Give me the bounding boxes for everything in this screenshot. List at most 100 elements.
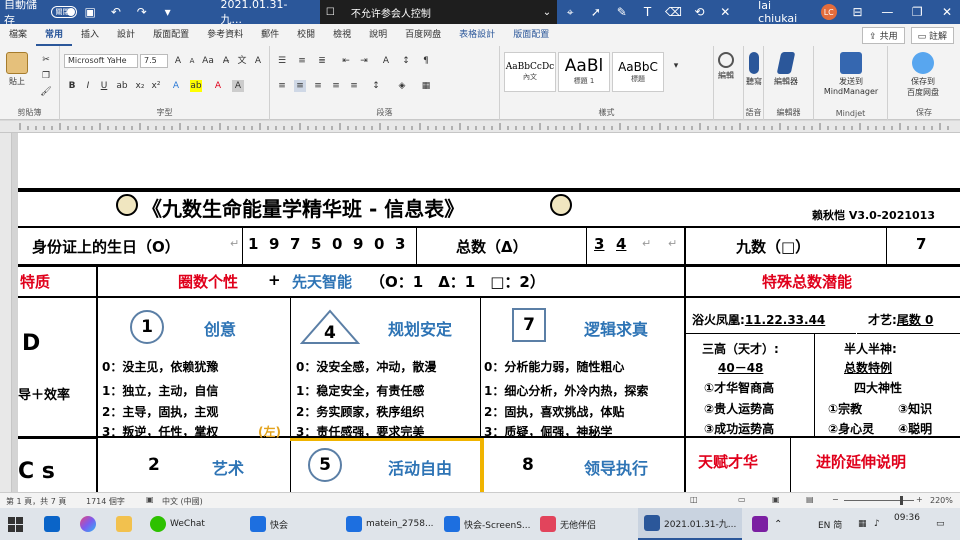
document-page[interactable]: 《九数生命能量学精华班 - 信息表》 赖秋恺 V3.0-2021013 身份证上… — [18, 133, 960, 492]
line-spacing-icon[interactable]: ↕ — [370, 80, 382, 92]
sort-icon[interactable]: ↕ — [400, 55, 412, 67]
network-icon[interactable]: ▦ — [858, 508, 867, 540]
borders-icon[interactable]: ▦ — [420, 80, 432, 92]
italic-icon[interactable]: I — [82, 80, 94, 92]
align-left-icon[interactable]: ≡ — [276, 80, 288, 92]
proofing-icon[interactable]: ▣ — [146, 495, 154, 504]
close-icon[interactable]: ✕ — [940, 5, 954, 19]
zoom-level[interactable]: 220% — [930, 496, 953, 505]
strikethrough-icon[interactable]: ab — [116, 80, 128, 92]
tab-review[interactable]: 校閱 — [288, 24, 324, 46]
distributed-icon[interactable]: ≡ — [348, 80, 360, 92]
style-title[interactable]: AaBbC 標題 — [612, 52, 664, 92]
save-to-baidu-button[interactable]: 保存到 百度网盘 — [898, 52, 948, 98]
chinese-layout-icon[interactable]: A — [380, 55, 392, 67]
tab-mailings[interactable]: 郵件 — [252, 24, 288, 46]
justify-icon[interactable]: ≡ — [330, 80, 342, 92]
tab-help[interactable]: 說明 — [360, 24, 396, 46]
autosave-toggle[interactable]: 關閉 — [51, 6, 78, 18]
horizontal-ruler[interactable] — [0, 121, 960, 133]
web-layout-icon[interactable]: ▤ — [806, 495, 814, 504]
underline-icon[interactable]: U — [98, 80, 110, 92]
shading-icon[interactable]: ◈ — [396, 80, 408, 92]
tab-table-layout[interactable]: 版面配置 — [504, 24, 558, 46]
multilevel-icon[interactable]: ≣ — [316, 55, 328, 67]
decrease-indent-icon[interactable]: ⇤ — [340, 55, 352, 67]
numbering-icon[interactable]: ≡ — [296, 55, 308, 67]
editor-button[interactable]: 編輯器 — [774, 52, 798, 87]
font-size-select[interactable]: 7.5 — [140, 54, 168, 68]
pointer-icon[interactable]: ➚ — [589, 5, 603, 19]
tab-file[interactable]: 檔案 — [0, 24, 36, 46]
zoom-out-icon[interactable]: − — [832, 495, 839, 504]
styles-more-icon[interactable]: ▾ — [670, 60, 682, 72]
taskbar-screenshare[interactable]: 快会-ScreenS... — [444, 508, 531, 540]
taskbar-kuaihui[interactable]: 快会 — [250, 508, 288, 540]
chevron-down-icon[interactable]: ⌄ — [543, 7, 551, 18]
change-case-icon[interactable]: Aa — [202, 55, 214, 67]
minimize-icon[interactable]: — — [880, 5, 894, 19]
style-heading1[interactable]: AaBl 標題 1 — [558, 52, 610, 92]
print-layout-icon[interactable]: ▣ — [772, 495, 780, 504]
tab-design[interactable]: 設計 — [108, 24, 144, 46]
redo-icon[interactable]: ↷ — [135, 5, 149, 19]
chevron-up-icon[interactable]: ⌃ — [774, 519, 782, 530]
align-center-icon[interactable]: ≡ — [294, 80, 306, 92]
taskbar-word[interactable]: 2021.01.31-九... — [638, 508, 743, 540]
style-normal[interactable]: AaBbCcDc 內文 — [504, 52, 556, 92]
language-label[interactable]: 中文 (中國) — [162, 496, 203, 507]
tab-view[interactable]: 檢視 — [324, 24, 360, 46]
cut-icon[interactable]: ✂ — [40, 54, 52, 66]
copy-icon[interactable]: ❐ — [40, 70, 52, 82]
tray-icons[interactable]: ⌃ — [774, 508, 782, 540]
tab-table-design[interactable]: 表格設計 — [450, 24, 504, 46]
font-color-icon[interactable]: A — [212, 80, 224, 92]
superscript-icon[interactable]: x² — [150, 80, 162, 92]
customize-icon[interactable]: ▾ — [161, 5, 175, 19]
clear-icon[interactable]: ⟲ — [692, 5, 706, 19]
format-painter-icon[interactable]: 🖌 — [40, 86, 52, 98]
subscript-icon[interactable]: x₂ — [134, 80, 146, 92]
avatar[interactable]: LC — [820, 4, 837, 20]
photos-app[interactable] — [80, 508, 100, 540]
text-icon[interactable]: T — [641, 5, 655, 19]
tab-references[interactable]: 參考資料 — [198, 24, 252, 46]
explorer-app[interactable] — [116, 508, 136, 540]
tab-insert[interactable]: 插入 — [72, 24, 108, 46]
clear-format-icon[interactable]: A̶ — [220, 55, 232, 67]
bold-icon[interactable]: B — [66, 80, 78, 92]
increase-indent-icon[interactable]: ⇥ — [358, 55, 370, 67]
taskbar-partner[interactable]: 无他伴侣 — [540, 508, 596, 540]
zoom-slider[interactable] — [844, 500, 914, 501]
bullets-icon[interactable]: ☰ — [276, 55, 288, 67]
word-count[interactable]: 1714 個字 — [86, 496, 125, 507]
exit-annotation-icon[interactable]: ✕ — [718, 5, 732, 19]
page-count[interactable]: 第 1 頁，共 7 頁 — [6, 496, 66, 507]
tab-baidu[interactable]: 百度网盘 — [396, 24, 450, 46]
ime-indicator[interactable]: EN 简 — [818, 508, 842, 540]
align-right-icon[interactable]: ≡ — [312, 80, 324, 92]
dictate-button[interactable]: 聽寫 — [744, 52, 764, 87]
border-char-icon[interactable]: A — [252, 55, 264, 67]
taskbar-wechat[interactable]: WeChat — [150, 508, 205, 540]
vertical-ruler[interactable] — [0, 133, 12, 492]
paste-button[interactable]: 貼上 — [6, 52, 28, 87]
yahoo-tray[interactable] — [752, 508, 772, 540]
taskbar-matein[interactable]: matein_2758... — [346, 508, 434, 540]
cursor-icon[interactable]: ⌖ — [563, 5, 577, 19]
edit-button[interactable]: 編輯 — [718, 52, 734, 81]
tab-home[interactable]: 常用 — [36, 24, 73, 46]
grow-font-icon[interactable]: A — [172, 55, 184, 67]
tab-layout[interactable]: 版面配置 — [144, 24, 198, 46]
focus-icon[interactable]: ◫ — [690, 495, 698, 504]
undo-icon[interactable]: ↶ — [109, 5, 123, 19]
phonetic-icon[interactable]: 文 — [236, 55, 248, 67]
text-effects-icon[interactable]: A — [170, 80, 182, 92]
volume-icon[interactable]: ♪ — [874, 508, 880, 540]
comments-button[interactable]: ▭ 註解 — [910, 26, 954, 44]
highlight-icon[interactable]: ab — [190, 80, 202, 92]
font-name-select[interactable]: Microsoft YaHe — [64, 54, 138, 68]
outlook-app[interactable] — [44, 508, 64, 540]
eraser-icon[interactable]: ⌫ — [665, 5, 682, 19]
start-button[interactable] — [8, 508, 23, 540]
